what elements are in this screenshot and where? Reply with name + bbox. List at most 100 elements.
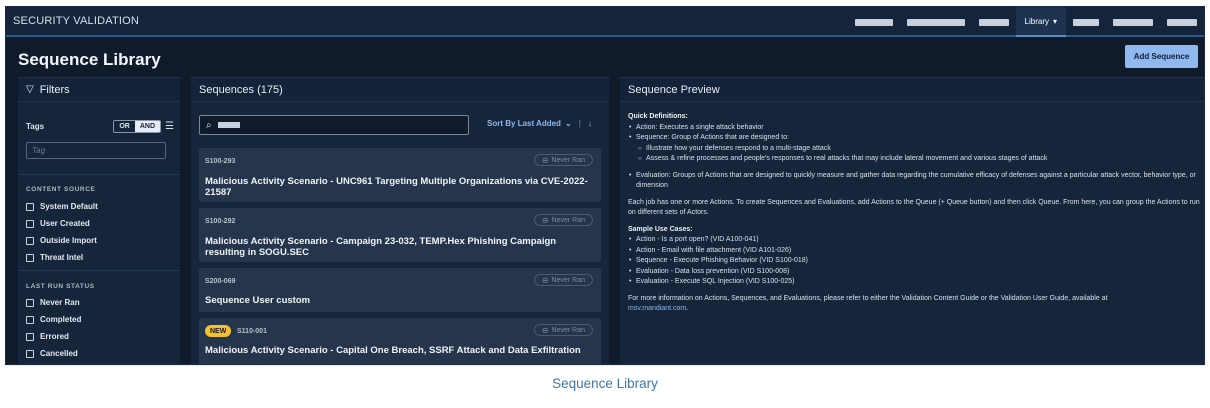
sequence-id: S110-001 xyxy=(237,328,267,335)
sequence-title: Sequence User custom xyxy=(205,295,311,306)
checkbox-label: Outside Import xyxy=(40,236,97,245)
checkbox-icon xyxy=(26,298,34,307)
chevron-down-icon: ▾ xyxy=(1052,16,1057,26)
nav-item-redacted-6[interactable] xyxy=(1167,18,1197,26)
sequence-card[interactable]: S100-292 ⊖ Never Ran Malicious Activity S… xyxy=(199,208,601,262)
checkbox-icon xyxy=(26,202,34,211)
checkbox-errored[interactable]: Errored xyxy=(26,332,69,341)
evaluation-list: Evaluation: Groups of Actions that are d… xyxy=(628,171,1200,192)
filters-divider xyxy=(18,174,180,175)
checkbox-icon xyxy=(26,315,34,324)
sequence-title: Malicious Activity Scenario - Capital On… xyxy=(205,345,581,356)
sequence-title: Malicious Activity Scenario - Campaign 2… xyxy=(205,236,557,258)
nav-library-label: Library xyxy=(1024,16,1049,26)
page-title: Sequence Library xyxy=(18,50,161,69)
search-input[interactable]: ⌕ xyxy=(199,115,469,135)
tag-logic-toggle: OR AND xyxy=(113,120,162,133)
chevron-down-icon: ⌄ xyxy=(564,119,572,128)
sequence-card[interactable]: NEW S110-001 ⊖ Never Ran Malicious Activi… xyxy=(199,318,601,364)
filters-divider xyxy=(18,270,180,271)
status-badge: ⊖ Never Ran xyxy=(533,214,593,226)
preview-heading: Sequence Preview xyxy=(628,83,720,96)
filters-panel: ▽ Filters Tags OR AND ☰ CONTENT SOURCE S… xyxy=(18,77,180,364)
list-item: Action - Is a port open? (VID A100-041) xyxy=(628,235,1200,246)
list-item: Evaluation - Data loss prevention (VID S… xyxy=(628,267,1200,278)
checkbox-icon xyxy=(26,332,34,341)
checkbox-label: Completed xyxy=(40,315,82,324)
sort-label: Sort By Last Added xyxy=(487,119,561,128)
and-toggle-button[interactable]: AND xyxy=(134,121,161,132)
use-cases-title: Sample Use Cases: xyxy=(628,225,693,233)
checkbox-outside-import[interactable]: Outside Import xyxy=(26,236,97,245)
list-icon[interactable]: ☰ xyxy=(165,121,174,132)
sequence-card[interactable]: S100-293 ⊖ Never Ran Malicious Activity S… xyxy=(199,148,601,202)
checkbox-threat-intel[interactable]: Threat Intel xyxy=(26,253,83,262)
tag-input[interactable] xyxy=(26,142,166,159)
status-label: Never Ran xyxy=(551,276,585,284)
last-run-title: LAST RUN STATUS xyxy=(26,283,95,290)
filters-heading: Filters xyxy=(39,83,70,96)
minus-circle-icon: ⊖ xyxy=(541,155,549,165)
use-cases-list: Action - Is a port open? (VID A100-041) … xyxy=(628,235,1200,288)
sequence-card[interactable]: S200-069 ⊖ Never Ran Sequence User custom xyxy=(199,268,601,312)
content-source-title: CONTENT SOURCE xyxy=(26,186,96,193)
minus-circle-icon: ⊖ xyxy=(541,215,549,225)
sequence-id: S100-292 xyxy=(205,218,236,225)
status-label: Never Ran xyxy=(551,326,585,334)
checkbox-cancelled[interactable]: Cancelled xyxy=(26,349,78,358)
minus-circle-icon: ⊖ xyxy=(541,325,549,335)
app-title: SECURITY VALIDATION xyxy=(13,15,140,27)
status-badge: ⊖ Never Ran xyxy=(533,154,593,166)
status-badge: ⊖ Never Ran xyxy=(533,324,593,336)
figure-caption: Sequence Library xyxy=(552,376,658,391)
sequence-title: Malicious Activity Scenario - UNC961 Tar… xyxy=(205,176,588,198)
checkbox-label: Threat Intel xyxy=(40,253,84,262)
quick-definitions-title: Quick Definitions: xyxy=(628,113,688,120)
search-icon: ⌕ xyxy=(206,119,212,131)
preview-panel: Sequence Preview Quick Definitions: Acti… xyxy=(620,77,1204,364)
list-item: Sequence - Execute Phishing Behavior (VI… xyxy=(628,256,1200,267)
sort-direction-icon[interactable]: ↓ xyxy=(588,119,592,128)
status-label: Never Ran xyxy=(551,216,585,224)
filter-icon: ▽ xyxy=(26,84,34,95)
checkbox-icon xyxy=(26,349,34,358)
nav-item-redacted-2[interactable] xyxy=(906,18,965,26)
checkbox-icon xyxy=(26,219,34,228)
more-info-paragraph: For more information on Actions, Sequenc… xyxy=(628,294,1200,315)
nav-item-redacted-3[interactable] xyxy=(978,18,1009,26)
checkbox-never-ran[interactable]: Never Ran xyxy=(26,298,80,307)
checkbox-label: Errored xyxy=(40,332,69,341)
nav-item-library[interactable]: Library ▾ xyxy=(1015,7,1066,37)
checkbox-system-default[interactable]: System Default xyxy=(26,202,98,211)
checkbox-completed[interactable]: Completed xyxy=(26,315,81,324)
search-value-redacted xyxy=(217,122,240,128)
list-item: Evaluation: Groups of Actions that are d… xyxy=(628,171,1200,192)
nav-item-redacted-1[interactable] xyxy=(854,18,893,26)
tags-label: Tags xyxy=(26,122,45,131)
list-item: Sequence: Group of Actions that are desi… xyxy=(628,133,1200,144)
link-tail: . xyxy=(686,305,689,312)
filters-header: ▽ Filters xyxy=(18,78,180,102)
checkbox-label: Cancelled xyxy=(40,349,78,358)
mandiant-link[interactable]: msv.mandiant.com xyxy=(628,305,686,312)
app-window: SECURITY VALIDATION Library ▾ Sequence L… xyxy=(5,6,1205,365)
sort-dropdown[interactable]: Sort By Last Added ⌄ | ↓ xyxy=(487,119,592,128)
sequences-panel: Sequences (175) ⌕ Sort By Last Added ⌄ |… xyxy=(191,77,609,364)
checkbox-label: User Created xyxy=(40,219,90,228)
list-item: Illustrate how your defenses respond to … xyxy=(628,144,1200,155)
checkbox-icon xyxy=(26,236,34,245)
nav-item-redacted-5[interactable] xyxy=(1113,18,1153,26)
checkbox-label: System Default xyxy=(40,202,98,211)
top-bar: SECURITY VALIDATION Library ▾ xyxy=(6,7,1204,37)
list-item: Action - Email with file attachment (VID… xyxy=(628,246,1200,257)
list-item: Action: Executes a single attack behavio… xyxy=(628,123,1200,134)
add-sequence-button[interactable]: Add Sequence xyxy=(1125,45,1198,68)
nav-item-redacted-4[interactable] xyxy=(1073,18,1099,26)
checkbox-icon xyxy=(26,253,34,262)
or-toggle-button[interactable]: OR xyxy=(114,121,135,132)
definitions-list: Action: Executes a single attack behavio… xyxy=(628,123,1200,165)
top-nav: Library ▾ xyxy=(848,7,1204,37)
status-label: Never Ran xyxy=(551,156,585,164)
checkbox-user-created[interactable]: User Created xyxy=(26,219,90,228)
sort-separator: | xyxy=(578,119,581,128)
